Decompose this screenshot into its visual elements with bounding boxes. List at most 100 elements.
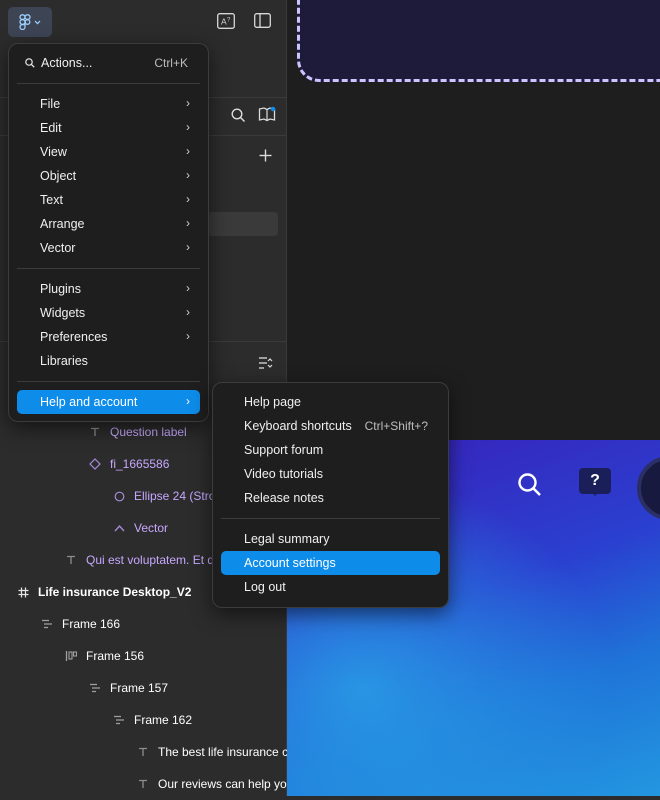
main-menu: Actions... Ctrl+K File › Edit › View › Obje…: [8, 43, 209, 422]
layer-label: Qui est voluptatem. Et quis: [86, 553, 230, 567]
chevron-right-icon: ›: [186, 305, 190, 319]
layer-label: Frame 157: [110, 681, 169, 695]
library-book-icon[interactable]: [258, 106, 276, 123]
menu-item-object[interactable]: Object ›: [17, 164, 200, 188]
menu-item-preferences[interactable]: Preferences ›: [17, 325, 200, 349]
menu-separator: [221, 518, 440, 519]
actions-label: Actions...: [41, 56, 93, 70]
menu-label: Vector: [40, 241, 76, 255]
menu-separator: [17, 381, 200, 382]
text-icon: [64, 553, 78, 567]
layer-label: Frame 166: [62, 617, 121, 631]
main-menu-button[interactable]: [8, 7, 52, 37]
menu-label: Log out: [244, 580, 286, 594]
layer-label: fi_1665586: [110, 457, 170, 471]
actions-search-item[interactable]: Actions... Ctrl+K: [17, 51, 200, 75]
chevron-right-icon: ›: [186, 240, 190, 254]
menu-item-account-settings[interactable]: Account settings: [221, 551, 440, 575]
menu-item-file[interactable]: File ›: [17, 92, 200, 116]
menu-label: File: [40, 97, 61, 111]
chevron-right-icon: ›: [186, 120, 190, 134]
menu-item-legal-summary[interactable]: Legal summary: [221, 527, 440, 551]
chevron-right-icon: ›: [186, 168, 190, 182]
auto-layout-vertical-icon: [40, 617, 54, 631]
menu-label: Preferences: [40, 330, 108, 344]
menu-label: Edit: [40, 121, 62, 135]
menu-label: Help and account: [40, 395, 138, 409]
menu-item-keyboard-shortcuts[interactable]: Keyboard shortcuts Ctrl+Shift+?: [221, 414, 440, 438]
menu-label: Widgets: [40, 306, 86, 320]
actions-shortcut: Ctrl+K: [154, 56, 188, 70]
figma-logo-icon: [19, 14, 31, 30]
menu-item-log-out[interactable]: Log out: [221, 575, 440, 599]
chevron-right-icon: ›: [186, 329, 190, 343]
layer-row[interactable]: Frame 162: [112, 704, 192, 736]
menu-item-support-forum[interactable]: Support forum: [221, 438, 440, 462]
dashed-frame[interactable]: [297, 0, 660, 82]
layer-row[interactable]: Life insurance Desktop_V2: [16, 576, 191, 608]
collapse-layers-icon[interactable]: [258, 356, 273, 370]
menu-label: Keyboard shortcuts: [244, 419, 352, 433]
menu-label: Legal summary: [244, 532, 330, 546]
layer-row[interactable]: Frame 157: [88, 672, 168, 704]
search-icon: [25, 58, 35, 68]
menu-label: Object: [40, 169, 77, 183]
menu-label: Help page: [244, 395, 301, 409]
menu-separator: [17, 268, 200, 269]
chevron-right-icon: ›: [186, 96, 190, 110]
menu-label: Account settings: [244, 556, 336, 570]
menu-item-release-notes[interactable]: Release notes: [221, 486, 440, 510]
layer-row[interactable]: Frame 166: [40, 608, 120, 640]
chevron-right-icon: ›: [186, 192, 190, 206]
chevron-down-icon: [34, 20, 41, 24]
menu-item-libraries[interactable]: Libraries: [17, 349, 200, 373]
chevron-right-icon: ›: [186, 281, 190, 295]
menu-item-arrange[interactable]: Arrange ›: [17, 212, 200, 236]
menu-item-edit[interactable]: Edit ›: [17, 116, 200, 140]
sidebar-toggle-icon[interactable]: [254, 13, 271, 28]
menu-item-widgets[interactable]: Widgets ›: [17, 301, 200, 325]
auto-layout-horizontal-icon: [64, 649, 78, 663]
layer-row[interactable]: Frame 156: [64, 640, 144, 672]
text-icon: [136, 745, 150, 759]
component-diamond-icon: [88, 457, 102, 471]
menu-item-video-tutorials[interactable]: Video tutorials: [221, 462, 440, 486]
search-icon[interactable]: [231, 108, 246, 123]
search-icon: [518, 473, 541, 496]
menu-label: Support forum: [244, 443, 324, 457]
menu-item-help-page[interactable]: Help page: [221, 390, 440, 414]
layer-row[interactable]: fi_1665586: [88, 448, 169, 480]
svg-text:?: ?: [227, 18, 231, 24]
text-icon: [136, 777, 150, 791]
frame-hash-icon: [16, 585, 30, 599]
help-bubble-text: ?: [590, 472, 600, 489]
menu-label: Plugins: [40, 282, 81, 296]
menu-label: View: [40, 145, 67, 159]
menu-label: Libraries: [40, 354, 88, 368]
selected-page-row[interactable]: [208, 212, 278, 236]
menu-label: Arrange: [40, 217, 85, 231]
auto-layout-vertical-icon: [112, 713, 126, 727]
text-icon: [88, 425, 102, 439]
layer-label: Life insurance Desktop_V2: [38, 585, 192, 599]
vector-icon: [112, 521, 126, 535]
menu-label: Release notes: [244, 491, 324, 505]
translate-icon[interactable]: A ?: [217, 13, 235, 29]
chevron-right-icon: ›: [186, 216, 190, 230]
menu-item-help-and-account[interactable]: Help and account ›: [17, 390, 200, 414]
chevron-right-icon: ›: [186, 144, 190, 158]
menu-label: Video tutorials: [244, 467, 323, 481]
help-submenu: Help page Keyboard shortcuts Ctrl+Shift+?…: [212, 382, 449, 608]
ellipse-icon: [112, 489, 126, 503]
layer-row[interactable]: Vector: [112, 512, 168, 544]
menu-item-view[interactable]: View ›: [17, 140, 200, 164]
avatar-circle: [637, 456, 660, 520]
menu-item-vector[interactable]: Vector ›: [17, 236, 200, 260]
menu-item-text[interactable]: Text ›: [17, 188, 200, 212]
menu-item-plugins[interactable]: Plugins ›: [17, 277, 200, 301]
keyboard-shortcut-hint: Ctrl+Shift+?: [364, 419, 428, 433]
menu-separator: [17, 83, 200, 84]
add-page-icon[interactable]: [259, 149, 272, 162]
layer-row[interactable]: Qui est voluptatem. Et quis: [64, 544, 229, 576]
layer-label: Frame 162: [134, 713, 193, 727]
